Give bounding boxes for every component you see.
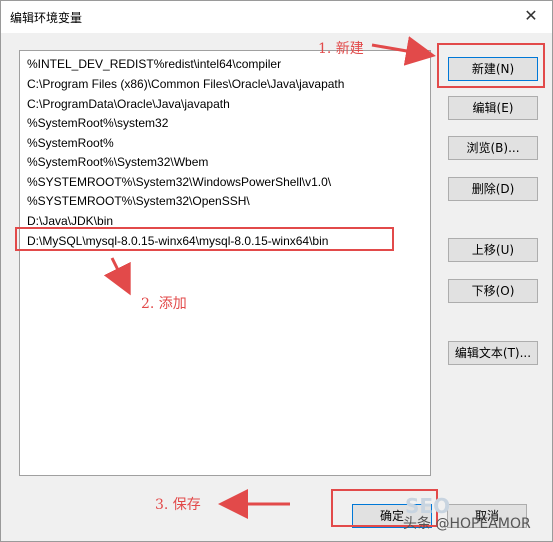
arrow-to-path [103,257,131,296]
annotation-step1: 1. 新建 [318,41,364,57]
annotation-step3: 3. 保存 [155,497,201,513]
annotation-arrows [103,36,436,519]
annotation-step2: 2. 添加 [141,296,187,312]
arrow-to-new-button [371,36,436,66]
watermark-source: 头条 @HOPEAMOR [403,516,531,532]
